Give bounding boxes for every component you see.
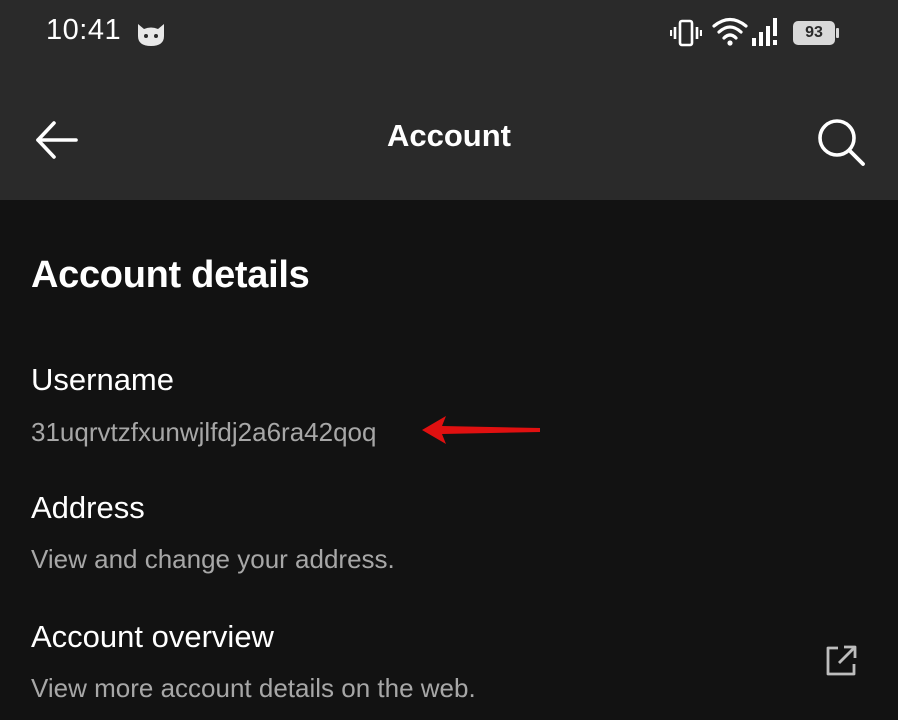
username-label: Username xyxy=(31,362,174,397)
status-time: 10:41 xyxy=(46,14,122,46)
address-description: View and change your address. xyxy=(31,544,395,574)
username-value: 31uqrvtzfxunwjlfdj2a6ra42qoq xyxy=(31,417,377,447)
section-heading: Account details xyxy=(31,254,310,296)
cat-icon xyxy=(138,24,164,46)
battery-level: 93 xyxy=(805,24,823,41)
address-row[interactable]: Address View and change your address. xyxy=(0,482,898,582)
search-button[interactable] xyxy=(810,112,870,172)
vibrate-icon xyxy=(670,19,702,47)
annotation-arrow-icon xyxy=(422,416,540,444)
wifi-icon xyxy=(712,17,748,46)
account-overview-description: View more account details on the web. xyxy=(31,673,476,703)
account-overview-label: Account overview xyxy=(31,619,274,654)
account-overview-row[interactable]: Account overview View more account detai… xyxy=(0,612,898,720)
status-bar: 10:41 93 xyxy=(0,0,898,70)
battery-icon: 93 xyxy=(792,19,840,47)
screen: 10:41 93 Account Account details Usernam… xyxy=(0,0,898,720)
external-link-icon[interactable] xyxy=(824,644,858,678)
search-icon xyxy=(818,119,865,166)
page-title: Account xyxy=(387,118,511,153)
signal-icon xyxy=(752,18,777,46)
address-label: Address xyxy=(31,490,145,525)
app-bar: Account xyxy=(0,70,898,200)
